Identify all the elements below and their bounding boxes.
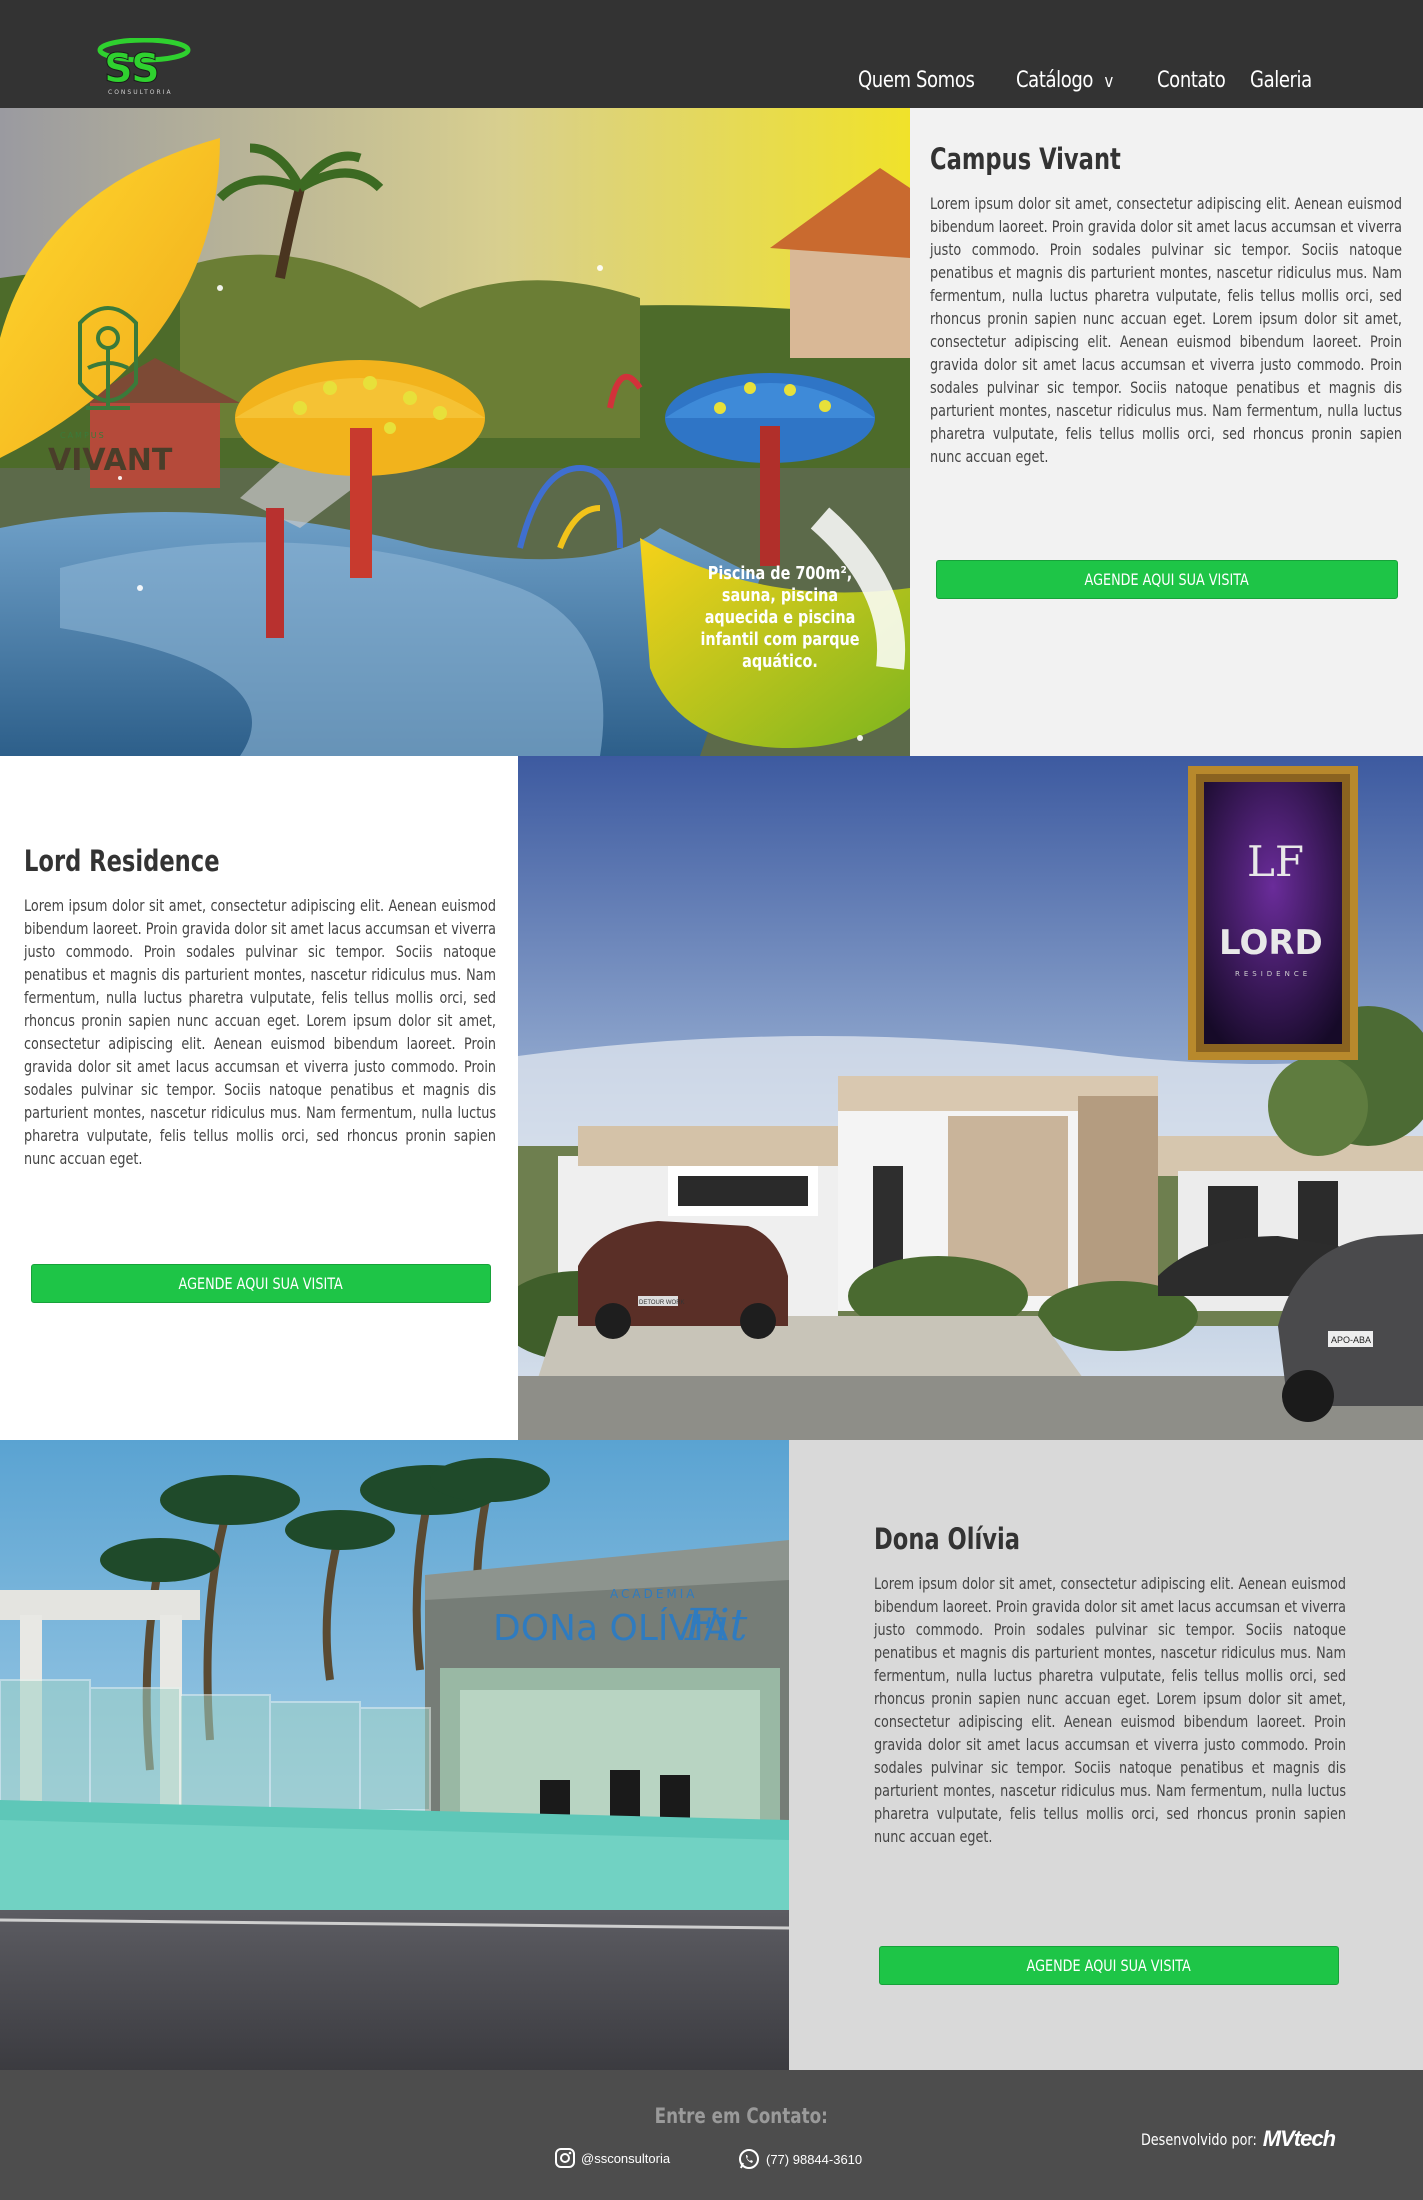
car-plate: DETOUR WORK — [639, 1300, 685, 1306]
nav-catalogo-label: Catálogo — [1016, 68, 1094, 93]
dona-sign-fit: Fit — [684, 1600, 748, 1651]
vivant-small-text: CAMPUS — [60, 431, 106, 440]
vivant-brand: VIVANT — [48, 443, 173, 478]
property-title: Dona Olívia — [874, 1522, 1021, 1556]
schedule-visit-button[interactable]: AGENDE AQUI SUA VISITA — [31, 1264, 491, 1303]
nav-catalogo[interactable]: Catálogo v — [1016, 68, 1113, 93]
lord-residence-panel: Lord Residence Lorem ipsum dolor sit ame… — [0, 756, 518, 1440]
instagram-icon — [555, 2148, 575, 2168]
nav-contato[interactable]: Contato — [1157, 68, 1226, 93]
nav-quem-somos[interactable]: Quem Somos — [858, 68, 975, 93]
property-description: Lorem ipsum dolor sit amet, consectetur … — [24, 896, 496, 1168]
developed-by-label: Desenvolvido por: — [1140, 2129, 1257, 2149]
dona-sign-top: ACADEMIA — [610, 1587, 698, 1601]
site-footer: Entre em Contato: @ssconsultoria (77) 98… — [0, 2070, 1423, 2200]
property-lord-residence: Lord Residence Lorem ipsum dolor sit ame… — [0, 756, 1423, 1440]
chevron-down-icon: v — [1104, 71, 1114, 92]
developer-logo[interactable]: MVtech — [1263, 2126, 1336, 2152]
dona-olivia-panel: Dona Olívia Lorem ipsum dolor sit amet, … — [789, 1440, 1423, 2070]
property-description: Lorem ipsum dolor sit amet, consectetur … — [874, 1574, 1346, 1846]
lord-monogram: LF — [1247, 837, 1304, 886]
campus-vivant-image: CAMPUS VIVANT Piscina de 700m², sauna, p… — [0, 108, 910, 756]
schedule-visit-button[interactable]: AGENDE AQUI SUA VISITA — [879, 1946, 1339, 1985]
dona-olivia-image: ACADEMIA DONa OLÍVIA Fit — [0, 1440, 789, 2070]
lord-brand: LORD — [1219, 923, 1323, 963]
whatsapp-link[interactable]: (77) 98844-3610 — [738, 2148, 862, 2170]
property-campus-vivant: CAMPUS VIVANT Piscina de 700m², sauna, p… — [0, 108, 1423, 756]
schedule-visit-button[interactable]: AGENDE AQUI SUA VISITA — [936, 560, 1398, 599]
property-dona-olivia: ACADEMIA DONa OLÍVIA Fit Dona Olívia Lor… — [0, 1440, 1423, 2070]
property-title: Campus Vivant — [930, 142, 1121, 176]
developer-credit: Desenvolvido por: MVtech — [1112, 2126, 1336, 2152]
lord-residence-image: DETOUR WORK APO-ABA LF LORD RESIDENCE — [518, 756, 1423, 1440]
site-header: SS CONSULTORIA Quem Somos Catálogo v Cont… — [0, 0, 1423, 108]
nav-galeria[interactable]: Galeria — [1250, 68, 1312, 93]
main-nav: Quem Somos Catálogo v Contato Galeria — [0, 68, 1423, 98]
contact-title: Entre em Contato: — [654, 2104, 829, 2128]
vivant-badge-text: Piscina de 700m², sauna, piscina aquecid… — [700, 563, 860, 672]
instagram-link[interactable]: @ssconsultoria — [555, 2148, 670, 2168]
lord-brand-sub: RESIDENCE — [1235, 970, 1311, 978]
whatsapp-number: (77) 98844-3610 — [766, 2151, 863, 2167]
instagram-handle: @ssconsultoria — [581, 2150, 671, 2166]
property-description: Lorem ipsum dolor sit amet, consectetur … — [930, 194, 1402, 466]
whatsapp-icon — [739, 2149, 759, 2169]
car-plate-2: APO-ABA — [1331, 1335, 1371, 1345]
property-title: Lord Residence — [24, 844, 220, 878]
campus-vivant-panel: Campus Vivant Lorem ipsum dolor sit amet… — [910, 108, 1423, 756]
